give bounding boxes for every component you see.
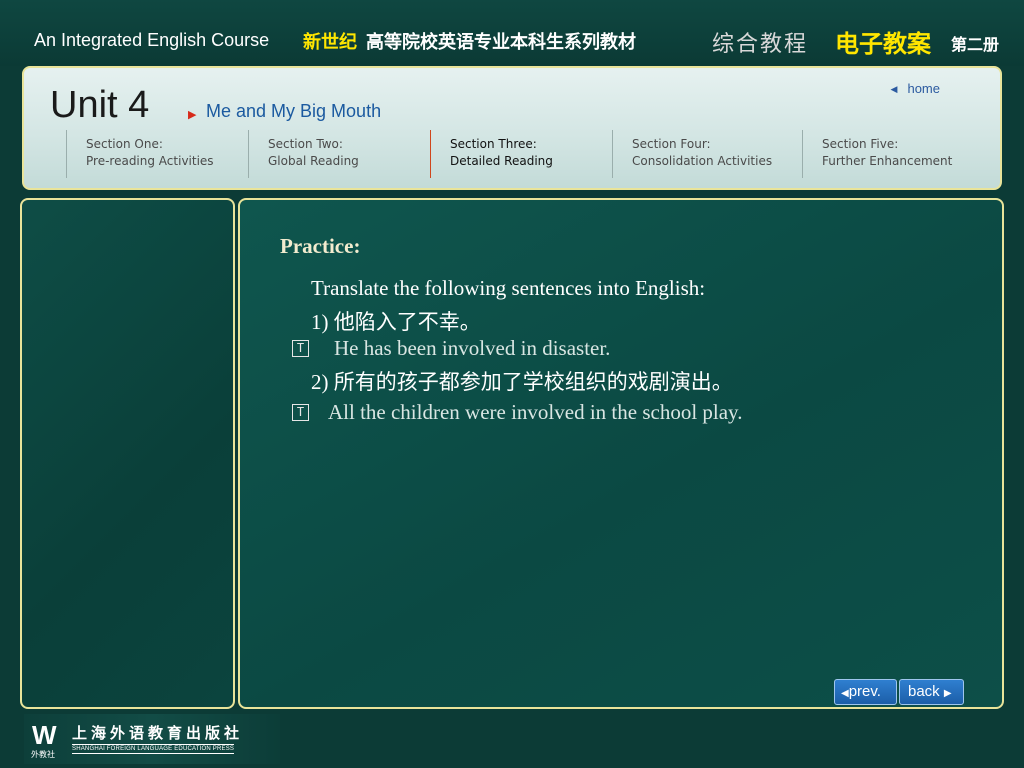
tab-section-three-label: Detailed Reading (450, 154, 553, 168)
unit-subtitle: Me and My Big Mouth (206, 101, 382, 121)
arrow-left-icon: ◀ (890, 84, 898, 94)
tab-section-five[interactable]: Section Five: Further Enhancement (802, 130, 992, 178)
tab-section-one-label: Pre-reading Activities (86, 154, 214, 168)
top-banner: An Integrated English Course 新世纪 高等院校英语专… (0, 0, 1024, 66)
tab-section-five-label: Further Enhancement (822, 154, 953, 168)
tab-section-one[interactable]: Section One: Pre-reading Activities (66, 130, 248, 178)
series-title: 高等院校英语专业本科生系列教材 (366, 32, 636, 53)
sidebar-panel (20, 198, 235, 709)
tab-section-three-title: Section Three: (450, 137, 537, 151)
tab-section-four-label: Consolidation Activities (632, 154, 773, 168)
toggle-answer-1-icon[interactable]: T (292, 340, 309, 357)
home-label: home (907, 81, 940, 96)
publisher-logo-sub: 外教社 (31, 750, 55, 759)
arrow-left-icon: ◀ (841, 688, 849, 699)
tab-section-two[interactable]: Section Two: Global Reading (248, 130, 430, 178)
back-button[interactable]: back ▶ (899, 679, 964, 705)
publisher-logo-mark: W (32, 720, 56, 750)
course-title-en: An Integrated English Course (34, 30, 270, 50)
prev-button[interactable]: ◀prev. (834, 679, 897, 705)
tab-section-two-label: Global Reading (268, 154, 359, 168)
answer-1: He has been involved in disaster. (334, 336, 611, 360)
answer-2: All the children were involved in the sc… (328, 400, 743, 424)
tab-section-two-title: Section Two: (268, 137, 343, 151)
instruction-text: Translate the following sentences into E… (311, 276, 706, 300)
tab-section-one-title: Section One: (86, 137, 163, 151)
question-1: 1) 他陷入了不幸。 (311, 310, 481, 334)
textbook-name: 综合教程 (712, 32, 809, 57)
toggle-answer-2-icon[interactable]: T (292, 404, 309, 421)
tab-section-four[interactable]: Section Four: Consolidation Activities (612, 130, 802, 178)
publisher-name-cn: 上海外语教育出版社 (72, 724, 244, 742)
practice-title: Practice: (280, 234, 361, 258)
publisher-name-en: SHANGHAI FOREIGN LANGUAGE EDUCATION PRES… (72, 744, 235, 754)
unit-title: Unit 4 (50, 84, 150, 126)
back-label: back (908, 683, 940, 700)
publisher-logo: W 外教社 上海外语教育出版社 SHANGHAI FOREIGN LANGUAG… (24, 714, 280, 764)
volume-label: 第二册 (951, 35, 1000, 54)
unit-header-panel: Unit 4 ▶ Me and My Big Mouth ◀ home Secti… (22, 66, 1002, 190)
tab-section-four-title: Section Four: (632, 137, 711, 151)
e-lesson-label: 电子教案 (835, 30, 931, 58)
home-link[interactable]: ◀ home (891, 81, 940, 96)
question-2: 2) 所有的孩子都参加了学校组织的戏剧演出。 (311, 370, 733, 394)
tab-section-five-title: Section Five: (822, 137, 899, 151)
arrow-right-icon: ▶ (943, 688, 952, 699)
prev-label: prev. (848, 683, 881, 700)
series-title-highlight: 新世纪 (303, 32, 357, 53)
content-panel: Practice: Translate the following senten… (238, 198, 1004, 709)
arrow-right-icon: ▶ (188, 108, 197, 121)
section-tabs: Section One: Pre-reading Activities Sect… (66, 130, 996, 180)
tab-section-three[interactable]: Section Three: Detailed Reading (430, 130, 612, 178)
